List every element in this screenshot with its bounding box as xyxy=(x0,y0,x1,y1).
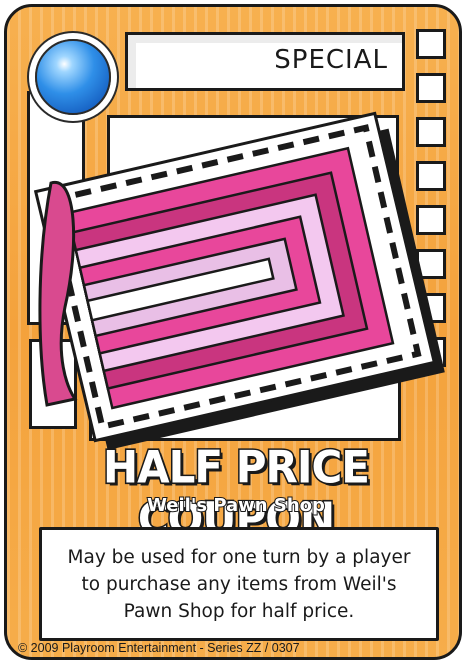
card-subtitle: Weil's Pawn Shop xyxy=(146,494,326,517)
card-frame: SPECIAL HALF PRICE COUPON Weil's Pawn Sh… xyxy=(4,4,462,660)
rules-text: May be used for one turn by a player to … xyxy=(67,546,411,622)
copyright-footer: © 2009 Playroom Entertainment - Series Z… xyxy=(18,641,300,655)
coupon-illustration xyxy=(33,111,445,451)
game-card[interactable]: SPECIAL HALF PRICE COUPON Weil's Pawn Sh… xyxy=(0,0,468,669)
rules-text-box: May be used for one turn by a player to … xyxy=(39,527,439,641)
